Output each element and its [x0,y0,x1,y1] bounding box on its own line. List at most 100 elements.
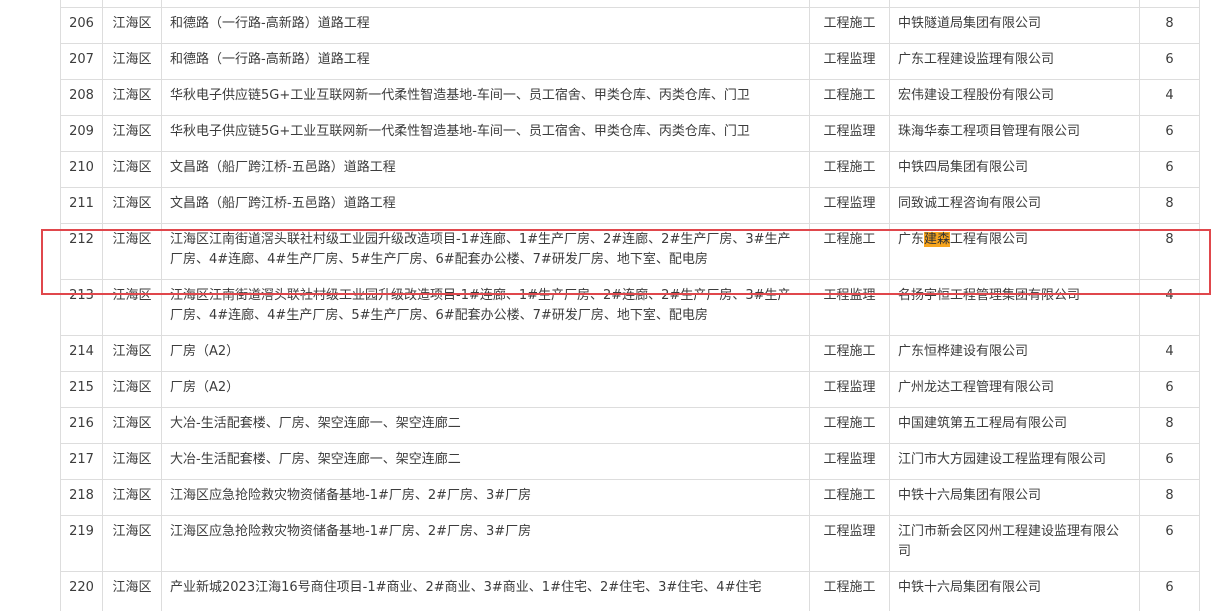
score-cell: 6 [1139,443,1200,480]
project-name-cell: 江海区江南街道滘头联社村级工业园升级改造项目-1#连廊、1#生产厂房、2#连廊、… [161,223,810,280]
work-type-cell: 工程监理 [809,515,890,572]
company-cell: 江门市新会区冈州工程建设监理有限公司 [889,515,1140,572]
work-type-cell: 工程施工 [809,223,890,280]
row-number: 216 [60,407,103,444]
table-row: 210 江海区 文昌路（船厂跨江桥-五邑路）道路工程 工程施工 中铁四局集团有限… [60,151,1200,188]
project-name-cell: 江海区应急抢险救灾物资储备基地-1#厂房、2#厂房、3#厂房 [161,515,810,572]
district-cell: 江海区 [102,479,162,516]
project-name-cell: 大冶-生活配套楼、厂房、架空连廊一、架空连廊二 [161,407,810,444]
district-cell: 江海区 [102,223,162,280]
table-row: 215 江海区 厂房（A2） 工程监理 广州龙达工程管理有限公司 6 [60,371,1200,408]
score-cell: 8 [1139,407,1200,444]
table-row: 216 江海区 大冶-生活配套楼、厂房、架空连廊一、架空连廊二 工程施工 中国建… [60,407,1200,444]
row-number: 209 [60,115,103,152]
table-row: 214 江海区 厂房（A2） 工程施工 广东恒桦建设有限公司 4 [60,335,1200,372]
work-type-cell: 工程施工 [809,79,890,116]
work-type-cell: 工程施工 [809,571,890,611]
work-type-cell: 工程监理 [809,187,890,224]
project-name-cell: 产业新城2023江海16号商住项目-1#商业、2#商业、3#商业、1#住宅、2#… [161,571,810,611]
project-name-cell: 江海区江南街道滘头联社村级工业园升级改造项目-1#连廊、1#生产厂房、2#连廊、… [161,279,810,336]
work-type-cell: 工程监理 [809,443,890,480]
score-cell: 6 [1139,43,1200,80]
company-name-prefix: 广东 [898,232,925,247]
table-row: 217 江海区 大冶-生活配套楼、厂房、架空连廊一、架空连廊二 工程监理 江门市… [60,443,1200,480]
work-type-cell: 工程监理 [809,371,890,408]
row-number: 212 [60,223,103,280]
row-number: 219 [60,515,103,572]
district-cell: 江海区 [102,79,162,116]
row-number: 208 [60,79,103,116]
score-cell: 6 [1139,151,1200,188]
company-cell: 宏伟建设工程股份有限公司 [889,79,1140,116]
work-type-cell: 工程监理 [809,43,890,80]
project-name-cell: 和德路（一行路-高新路）道路工程 [161,7,810,44]
score-cell: 8 [1139,223,1200,280]
row-number: 213 [60,279,103,336]
district-cell: 江海区 [102,407,162,444]
district-cell: 江海区 [102,187,162,224]
row-number: 206 [60,7,103,44]
row-number: 218 [60,479,103,516]
district-cell: 江海区 [102,371,162,408]
table-row: 219 江海区 江海区应急抢险救灾物资储备基地-1#厂房、2#厂房、3#厂房 工… [60,515,1200,572]
work-type-cell: 工程施工 [809,479,890,516]
work-type-cell: 工程施工 [809,7,890,44]
score-cell: 8 [1139,187,1200,224]
project-name-cell: 厂房（A2） [161,371,810,408]
work-type-cell: 工程施工 [809,407,890,444]
table-row: 218 江海区 江海区应急抢险救灾物资储备基地-1#厂房、2#厂房、3#厂房 工… [60,479,1200,516]
company-name-suffix: 工程有限公司 [950,232,1029,247]
work-type-cell: 工程施工 [809,335,890,372]
company-cell: 中铁十六局集团有限公司 [889,571,1140,611]
row-number: 215 [60,371,103,408]
company-cell: 广东建森工程有限公司 [889,223,1140,280]
table-row-partial-top [60,0,1200,8]
company-cell: 江门市大方园建设工程监理有限公司 [889,443,1140,480]
district-cell: 江海区 [102,443,162,480]
project-name-cell: 和德路（一行路-高新路）道路工程 [161,43,810,80]
project-table: 206 江海区 和德路（一行路-高新路）道路工程 工程施工 中铁隧道局集团有限公… [60,0,1200,611]
project-name-cell: 江海区应急抢险救灾物资储备基地-1#厂房、2#厂房、3#厂房 [161,479,810,516]
district-cell: 江海区 [102,43,162,80]
score-cell: 6 [1139,371,1200,408]
company-cell: 中国建筑第五工程局有限公司 [889,407,1140,444]
score-cell: 4 [1139,279,1200,336]
work-type-cell: 工程监理 [809,115,890,152]
table-row: 213 江海区 江海区江南街道滘头联社村级工业园升级改造项目-1#连廊、1#生产… [60,279,1200,336]
score-cell: 8 [1139,479,1200,516]
document-viewport: 206 江海区 和德路（一行路-高新路）道路工程 工程施工 中铁隧道局集团有限公… [0,0,1220,611]
company-cell: 珠海华泰工程项目管理有限公司 [889,115,1140,152]
work-type-cell: 工程施工 [809,151,890,188]
district-cell: 江海区 [102,335,162,372]
table-row-selected: 212 江海区 江海区江南街道滘头联社村级工业园升级改造项目-1#连廊、1#生产… [60,223,1200,280]
search-highlight: 建森 [924,232,951,247]
company-cell: 中铁隧道局集团有限公司 [889,7,1140,44]
company-cell: 名扬宇恒工程管理集团有限公司 [889,279,1140,336]
score-cell: 6 [1139,571,1200,611]
project-name-cell: 厂房（A2） [161,335,810,372]
row-number: 210 [60,151,103,188]
company-cell: 广州龙达工程管理有限公司 [889,371,1140,408]
project-name-cell: 华秋电子供应链5G+工业互联网新一代柔性智造基地-车间一、员工宿舍、甲类仓库、丙… [161,79,810,116]
company-cell: 中铁四局集团有限公司 [889,151,1140,188]
project-name-cell: 华秋电子供应链5G+工业互联网新一代柔性智造基地-车间一、员工宿舍、甲类仓库、丙… [161,115,810,152]
company-cell: 同致诚工程咨询有限公司 [889,187,1140,224]
table-row: 220 江海区 产业新城2023江海16号商住项目-1#商业、2#商业、3#商业… [60,571,1200,611]
score-cell: 4 [1139,335,1200,372]
company-cell: 中铁十六局集团有限公司 [889,479,1140,516]
district-cell: 江海区 [102,115,162,152]
row-number: 217 [60,443,103,480]
row-number: 220 [60,571,103,611]
score-cell: 6 [1139,115,1200,152]
district-cell: 江海区 [102,279,162,336]
project-name-cell: 文昌路（船厂跨江桥-五邑路）道路工程 [161,151,810,188]
company-cell: 广东恒桦建设有限公司 [889,335,1140,372]
score-cell: 8 [1139,7,1200,44]
district-cell: 江海区 [102,7,162,44]
table-row: 209 江海区 华秋电子供应链5G+工业互联网新一代柔性智造基地-车间一、员工宿… [60,115,1200,152]
table-row: 208 江海区 华秋电子供应链5G+工业互联网新一代柔性智造基地-车间一、员工宿… [60,79,1200,116]
score-cell: 6 [1139,515,1200,572]
district-cell: 江海区 [102,151,162,188]
project-name-cell: 文昌路（船厂跨江桥-五邑路）道路工程 [161,187,810,224]
company-cell: 广东工程建设监理有限公司 [889,43,1140,80]
